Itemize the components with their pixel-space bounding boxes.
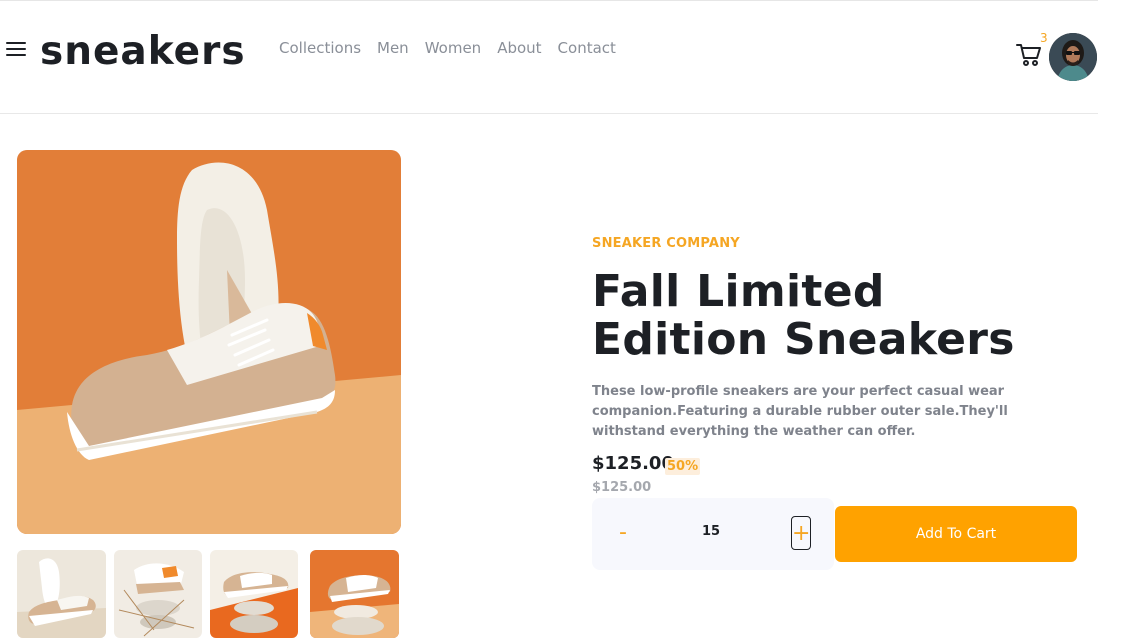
quantity-value: 15 xyxy=(701,524,721,539)
product-description: These low-profile sneakers are your perf… xyxy=(592,384,1008,439)
discount-badge: 50% xyxy=(665,458,701,475)
logo[interactable]: sneakers xyxy=(40,28,246,76)
nav-men[interactable]: Men xyxy=(377,39,409,57)
nav-collections[interactable]: Collections xyxy=(279,39,361,57)
avatar[interactable] xyxy=(1049,33,1097,81)
thumbnail-3[interactable] xyxy=(210,550,298,638)
product-price: $125.00 xyxy=(592,453,674,474)
thumbnail-4[interactable] xyxy=(310,550,399,638)
main-product-image[interactable] xyxy=(17,150,401,534)
site-header: sneakers Collections Men Women About Con… xyxy=(0,0,1098,114)
nav-about[interactable]: About xyxy=(497,39,541,57)
thumbnail-gallery xyxy=(17,550,401,638)
main-nav: Collections Men Women About Contact xyxy=(279,39,616,57)
increase-quantity-button[interactable]: + xyxy=(791,516,811,550)
product-title: Fall Limited Edition Sneakers xyxy=(592,266,1015,365)
cart-count-badge: 3 xyxy=(1040,31,1048,45)
thumbnail-1[interactable] xyxy=(17,550,106,638)
original-price: $125.00 xyxy=(592,480,652,495)
product-company: SNEAKER COMPANY xyxy=(592,236,740,251)
nav-women[interactable]: Women xyxy=(425,39,481,57)
decrease-quantity-button[interactable]: - xyxy=(616,520,630,546)
add-to-cart-button[interactable]: Add To Cart xyxy=(835,506,1077,562)
menu-icon[interactable] xyxy=(6,40,28,58)
thumbnail-2[interactable] xyxy=(114,550,202,638)
nav-contact[interactable]: Contact xyxy=(558,39,616,57)
